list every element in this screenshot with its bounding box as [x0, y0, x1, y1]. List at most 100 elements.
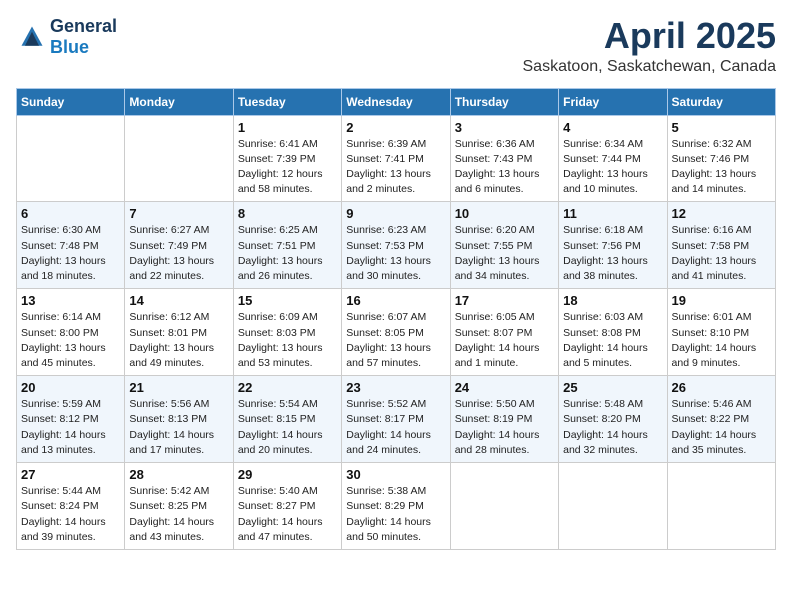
- day-info: Sunrise: 5:59 AMSunset: 8:12 PMDaylight:…: [21, 397, 120, 458]
- day-info: Sunrise: 6:32 AMSunset: 7:46 PMDaylight:…: [672, 137, 771, 198]
- calendar-cell: 7 Sunrise: 6:27 AMSunset: 7:49 PMDaylight…: [125, 202, 233, 289]
- day-info: Sunrise: 6:01 AMSunset: 8:10 PMDaylight:…: [672, 310, 771, 371]
- col-header-monday: Monday: [125, 88, 233, 115]
- day-number: 17: [455, 293, 554, 308]
- day-info: Sunrise: 5:40 AMSunset: 8:27 PMDaylight:…: [238, 484, 337, 545]
- day-number: 8: [238, 206, 337, 221]
- day-number: 18: [563, 293, 662, 308]
- day-number: 22: [238, 380, 337, 395]
- day-number: 27: [21, 467, 120, 482]
- logo: General Blue: [16, 16, 117, 58]
- day-number: 19: [672, 293, 771, 308]
- logo-icon: [18, 23, 46, 51]
- calendar-week-row: 20Sunrise: 5:59 AMSunset: 8:12 PMDayligh…: [17, 376, 776, 463]
- calendar-cell: 5 Sunrise: 6:32 AMSunset: 7:46 PMDaylight…: [667, 115, 775, 202]
- calendar-cell: 30 Sunrise: 5:38 AMSunset: 8:29 PMDayligh…: [342, 463, 450, 550]
- calendar-cell: 26 Sunrise: 5:46 AMSunset: 8:22 PMDayligh…: [667, 376, 775, 463]
- col-header-thursday: Thursday: [450, 88, 558, 115]
- day-info: Sunrise: 6:12 AMSunset: 8:01 PMDaylight:…: [129, 310, 228, 371]
- calendar-body: 1Sunrise: 6:41 AMSunset: 7:39 PMDaylight…: [17, 115, 776, 549]
- calendar-cell: 24Sunrise: 5:50 AMSunset: 8:19 PMDayligh…: [450, 376, 558, 463]
- calendar-week-row: 6 Sunrise: 6:30 AMSunset: 7:48 PMDaylight…: [17, 202, 776, 289]
- day-number: 3: [455, 120, 554, 135]
- day-info: Sunrise: 6:03 AMSunset: 8:08 PMDaylight:…: [563, 310, 662, 371]
- day-number: 28: [129, 467, 228, 482]
- col-header-friday: Friday: [559, 88, 667, 115]
- day-number: 14: [129, 293, 228, 308]
- day-number: 4: [563, 120, 662, 135]
- calendar-cell: 18 Sunrise: 6:03 AMSunset: 8:08 PMDayligh…: [559, 289, 667, 376]
- day-number: 2: [346, 120, 445, 135]
- calendar-cell: 25 Sunrise: 5:48 AMSunset: 8:20 PMDayligh…: [559, 376, 667, 463]
- calendar-cell: 2 Sunrise: 6:39 AMSunset: 7:41 PMDaylight…: [342, 115, 450, 202]
- day-number: 9: [346, 206, 445, 221]
- day-info: Sunrise: 6:23 AMSunset: 7:53 PMDaylight:…: [346, 223, 445, 284]
- calendar-cell: 14 Sunrise: 6:12 AMSunset: 8:01 PMDayligh…: [125, 289, 233, 376]
- calendar-cell: [559, 463, 667, 550]
- calendar-cell: 8 Sunrise: 6:25 AMSunset: 7:51 PMDaylight…: [233, 202, 341, 289]
- day-number: 5: [672, 120, 771, 135]
- calendar-cell: 28Sunrise: 5:42 AMSunset: 8:25 PMDayligh…: [125, 463, 233, 550]
- day-number: 6: [21, 206, 120, 221]
- day-info: Sunrise: 5:54 AMSunset: 8:15 PMDaylight:…: [238, 397, 337, 458]
- calendar-cell: 15 Sunrise: 6:09 AMSunset: 8:03 PMDayligh…: [233, 289, 341, 376]
- col-header-sunday: Sunday: [17, 88, 125, 115]
- day-number: 13: [21, 293, 120, 308]
- col-header-wednesday: Wednesday: [342, 88, 450, 115]
- day-info: Sunrise: 6:25 AMSunset: 7:51 PMDaylight:…: [238, 223, 337, 284]
- day-number: 7: [129, 206, 228, 221]
- day-info: Sunrise: 5:38 AMSunset: 8:29 PMDaylight:…: [346, 484, 445, 545]
- calendar-cell: 10Sunrise: 6:20 AMSunset: 7:55 PMDayligh…: [450, 202, 558, 289]
- day-info: Sunrise: 5:48 AMSunset: 8:20 PMDaylight:…: [563, 397, 662, 458]
- calendar-cell: 1Sunrise: 6:41 AMSunset: 7:39 PMDaylight…: [233, 115, 341, 202]
- calendar-cell: 20Sunrise: 5:59 AMSunset: 8:12 PMDayligh…: [17, 376, 125, 463]
- calendar-cell: 29 Sunrise: 5:40 AMSunset: 8:27 PMDayligh…: [233, 463, 341, 550]
- logo-text-blue: Blue: [50, 37, 89, 57]
- day-info: Sunrise: 6:27 AMSunset: 7:49 PMDaylight:…: [129, 223, 228, 284]
- day-info: Sunrise: 6:05 AMSunset: 8:07 PMDaylight:…: [455, 310, 554, 371]
- day-info: Sunrise: 6:39 AMSunset: 7:41 PMDaylight:…: [346, 137, 445, 198]
- day-number: 26: [672, 380, 771, 395]
- day-info: Sunrise: 5:46 AMSunset: 8:22 PMDaylight:…: [672, 397, 771, 458]
- calendar-cell: 6 Sunrise: 6:30 AMSunset: 7:48 PMDaylight…: [17, 202, 125, 289]
- day-info: Sunrise: 5:50 AMSunset: 8:19 PMDaylight:…: [455, 397, 554, 458]
- day-info: Sunrise: 6:16 AMSunset: 7:58 PMDaylight:…: [672, 223, 771, 284]
- calendar-cell: 27 Sunrise: 5:44 AMSunset: 8:24 PMDayligh…: [17, 463, 125, 550]
- day-info: Sunrise: 6:09 AMSunset: 8:03 PMDaylight:…: [238, 310, 337, 371]
- title-block: April 2025 Saskatoon, Saskatchewan, Cana…: [523, 16, 777, 76]
- day-info: Sunrise: 5:52 AMSunset: 8:17 PMDaylight:…: [346, 397, 445, 458]
- calendar-cell: 3 Sunrise: 6:36 AMSunset: 7:43 PMDaylight…: [450, 115, 558, 202]
- month-title: April 2025: [523, 16, 777, 56]
- col-header-tuesday: Tuesday: [233, 88, 341, 115]
- day-number: 21: [129, 380, 228, 395]
- calendar-cell: 21Sunrise: 5:56 AMSunset: 8:13 PMDayligh…: [125, 376, 233, 463]
- calendar-cell: 17 Sunrise: 6:05 AMSunset: 8:07 PMDayligh…: [450, 289, 558, 376]
- calendar-cell: 22 Sunrise: 5:54 AMSunset: 8:15 PMDayligh…: [233, 376, 341, 463]
- day-number: 23: [346, 380, 445, 395]
- calendar-cell: 11Sunrise: 6:18 AMSunset: 7:56 PMDayligh…: [559, 202, 667, 289]
- logo-text-general: General: [50, 16, 117, 36]
- calendar-header-row: SundayMondayTuesdayWednesdayThursdayFrid…: [17, 88, 776, 115]
- day-info: Sunrise: 5:44 AMSunset: 8:24 PMDaylight:…: [21, 484, 120, 545]
- calendar-cell: 9 Sunrise: 6:23 AMSunset: 7:53 PMDaylight…: [342, 202, 450, 289]
- day-number: 10: [455, 206, 554, 221]
- day-number: 1: [238, 120, 337, 135]
- calendar-cell: 23 Sunrise: 5:52 AMSunset: 8:17 PMDayligh…: [342, 376, 450, 463]
- calendar-cell: 12Sunrise: 6:16 AMSunset: 7:58 PMDayligh…: [667, 202, 775, 289]
- day-info: Sunrise: 6:34 AMSunset: 7:44 PMDaylight:…: [563, 137, 662, 198]
- day-number: 25: [563, 380, 662, 395]
- day-number: 11: [563, 206, 662, 221]
- calendar-cell: 13Sunrise: 6:14 AMSunset: 8:00 PMDayligh…: [17, 289, 125, 376]
- calendar-cell: 19 Sunrise: 6:01 AMSunset: 8:10 PMDayligh…: [667, 289, 775, 376]
- day-info: Sunrise: 6:36 AMSunset: 7:43 PMDaylight:…: [455, 137, 554, 198]
- calendar-cell: 16Sunrise: 6:07 AMSunset: 8:05 PMDayligh…: [342, 289, 450, 376]
- page-header: General Blue April 2025 Saskatoon, Saska…: [16, 16, 776, 76]
- calendar-cell: [667, 463, 775, 550]
- calendar-week-row: 13Sunrise: 6:14 AMSunset: 8:00 PMDayligh…: [17, 289, 776, 376]
- day-info: Sunrise: 6:07 AMSunset: 8:05 PMDaylight:…: [346, 310, 445, 371]
- calendar-cell: [17, 115, 125, 202]
- day-number: 30: [346, 467, 445, 482]
- day-info: Sunrise: 6:30 AMSunset: 7:48 PMDaylight:…: [21, 223, 120, 284]
- day-number: 15: [238, 293, 337, 308]
- day-number: 29: [238, 467, 337, 482]
